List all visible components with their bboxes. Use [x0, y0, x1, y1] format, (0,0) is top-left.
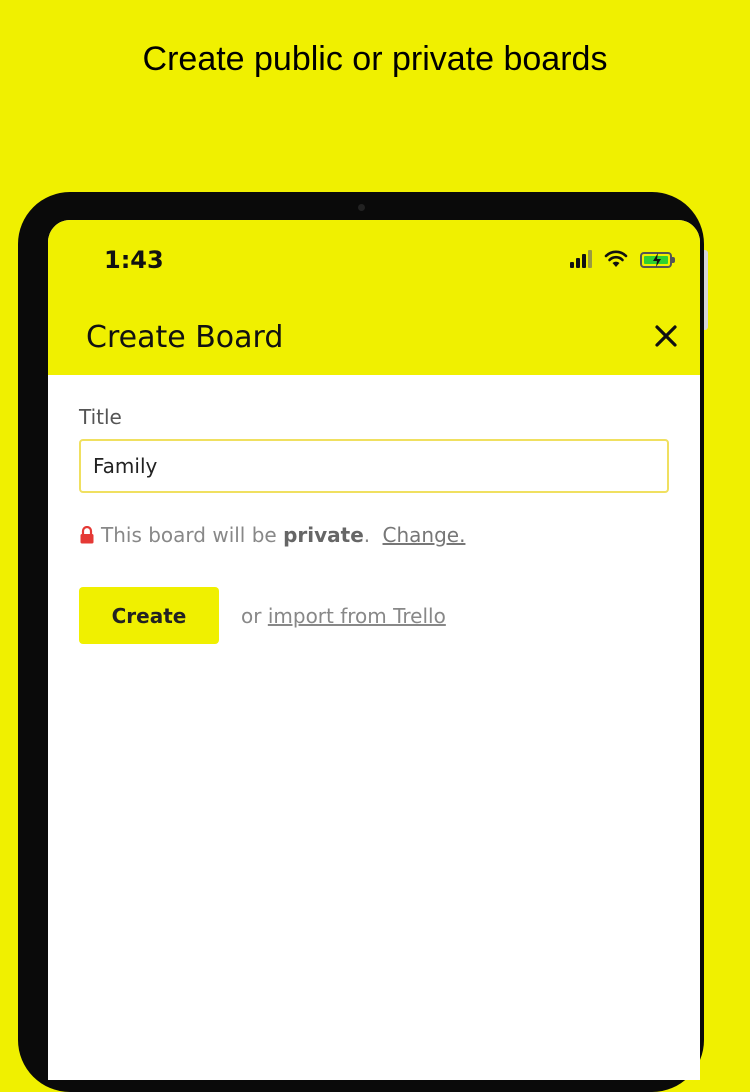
import-prefix: or	[241, 603, 262, 628]
privacy-period: .	[363, 523, 371, 547]
app-screen: 1:43 Create Board Title Family This boar…	[48, 220, 700, 1080]
privacy-change-link[interactable]: Change.	[383, 523, 466, 547]
lock-icon	[80, 526, 94, 544]
signal-icon	[570, 250, 592, 268]
privacy-prefix: This board will be	[101, 523, 277, 547]
camera-dot	[358, 204, 365, 211]
promo-title: Create public or private boards	[142, 40, 608, 78]
form-actions: Create or import from Trello	[79, 587, 669, 644]
privacy-notice: This board will be private. Change.	[79, 523, 669, 547]
page-title: Create Board	[86, 320, 284, 355]
privacy-value: private	[283, 523, 364, 547]
import-from-trello-link[interactable]: import from Trello	[268, 604, 446, 628]
title-label: Title	[79, 405, 122, 429]
create-button[interactable]: Create	[79, 587, 219, 644]
status-icons	[570, 250, 675, 268]
title-input[interactable]	[79, 439, 669, 493]
device-side-button	[704, 250, 708, 330]
create-board-form: Title This board will be private. Change…	[79, 405, 669, 644]
battery-charging-icon	[640, 252, 675, 268]
import-text: or import from Trello	[241, 604, 446, 628]
tablet-frame: 1:43 Create Board Title Family This boar…	[18, 192, 704, 1092]
status-time: 1:43	[104, 246, 164, 274]
app-header: 1:43 Create Board	[48, 220, 700, 375]
wifi-icon	[604, 250, 628, 267]
close-icon[interactable]	[652, 322, 680, 350]
